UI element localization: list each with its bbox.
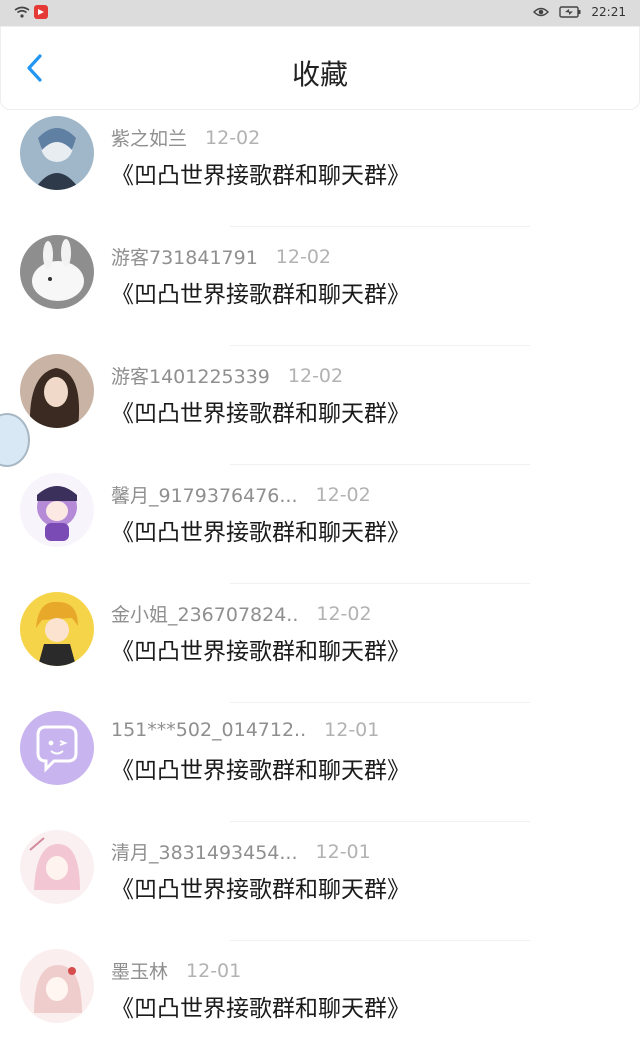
item-date: 12-02: [287, 364, 344, 387]
page-title: 收藏: [291, 58, 348, 91]
eye-icon: [533, 7, 550, 17]
item-title: 《凹凸世界接歌群和聊天群》: [111, 163, 410, 189]
list-item[interactable]: 馨月_9179376476... 12-02 《凹凸世界接歌群和聊天群》: [0, 465, 640, 584]
list-item[interactable]: 游客1401225339 12-02 《凹凸世界接歌群和聊天群》: [0, 346, 640, 465]
item-date: 12-01: [315, 840, 371, 863]
app-notification-icon: [34, 5, 48, 19]
avatar[interactable]: [20, 354, 94, 428]
author-name: 清月_3831493454...: [111, 842, 298, 864]
author-name: 紫之如兰: [111, 128, 188, 150]
list-item[interactable]: 紫之如兰 12-02 《凹凸世界接歌群和聊天群》: [0, 108, 640, 227]
battery-charging-icon: [559, 6, 581, 18]
avatar[interactable]: [20, 592, 94, 666]
status-bar: 22:21: [0, 0, 640, 26]
item-meta: 馨月_9179376476... 12-02: [111, 481, 371, 508]
avatar[interactable]: [20, 830, 94, 904]
author-name: 游客731841791: [111, 247, 258, 269]
author-name: 151***502_014712..: [111, 719, 307, 741]
item-title: 《凹凸世界接歌群和聊天群》: [111, 520, 410, 546]
avatar[interactable]: [20, 473, 94, 547]
item-date: 12-01: [324, 719, 380, 741]
item-title: 《凹凸世界接歌群和聊天群》: [111, 282, 410, 308]
list-item[interactable]: 151***502_014712.. 12-01 《凹凸世界接歌群和聊天群》: [0, 703, 640, 822]
avatar[interactable]: [20, 711, 94, 785]
item-meta: 游客731841791 12-02: [111, 243, 331, 270]
item-title: 《凹凸世界接歌群和聊天群》: [111, 996, 410, 1022]
item-title: 《凹凸世界接歌群和聊天群》: [111, 401, 410, 427]
item-meta: 清月_3831493454... 12-01: [111, 838, 371, 865]
list-item[interactable]: 墨玉林 12-01 《凹凸世界接歌群和聊天群》: [0, 941, 640, 1060]
item-meta: 紫之如兰 12-02: [111, 124, 260, 151]
author-name: 金小姐_236707824..: [111, 604, 299, 626]
item-date: 12-02: [205, 126, 261, 149]
header-bar: 收藏: [0, 26, 640, 110]
avatar[interactable]: [20, 116, 94, 190]
item-meta: 墨玉林 12-01: [111, 957, 241, 984]
status-left: [14, 5, 48, 19]
item-title: 《凹凸世界接歌群和聊天群》: [111, 758, 410, 784]
wifi-icon: [14, 6, 30, 18]
item-date: 12-02: [275, 245, 332, 268]
item-meta: 金小姐_236707824.. 12-02: [111, 600, 372, 627]
author-name: 游客1401225339: [111, 366, 270, 388]
item-meta: 游客1401225339 12-02: [111, 362, 343, 389]
list-item[interactable]: 清月_3831493454... 12-01 《凹凸世界接歌群和聊天群》: [0, 822, 640, 941]
item-date: 12-01: [186, 959, 242, 982]
avatar[interactable]: [20, 235, 94, 309]
author-name: 墨玉林: [111, 961, 169, 983]
chat-bubble-icon: [20, 711, 94, 785]
clock-time: 22:21: [591, 5, 626, 19]
item-date: 12-02: [316, 602, 372, 625]
item-meta: 151***502_014712.. 12-01: [111, 719, 379, 741]
author-name: 馨月_9179376476...: [111, 485, 298, 507]
status-right: 22:21: [533, 5, 626, 19]
list-item[interactable]: 金小姐_236707824.. 12-02 《凹凸世界接歌群和聊天群》: [0, 584, 640, 703]
favorites-list: 紫之如兰 12-02 《凹凸世界接歌群和聊天群》 游客731841791 12-…: [0, 108, 640, 1060]
item-title: 《凹凸世界接歌群和聊天群》: [111, 639, 410, 665]
item-date: 12-02: [315, 483, 371, 506]
avatar[interactable]: [20, 949, 94, 1023]
item-title: 《凹凸世界接歌群和聊天群》: [111, 877, 410, 903]
list-item[interactable]: 游客731841791 12-02 《凹凸世界接歌群和聊天群》: [0, 227, 640, 346]
